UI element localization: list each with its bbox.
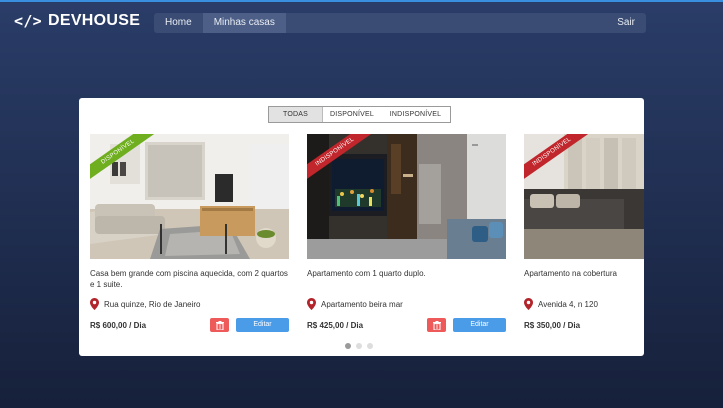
- brand-logo[interactable]: </> DEVHOUSE: [14, 12, 140, 30]
- location-text: Avenida 4, n 120: [538, 299, 598, 309]
- carousel-dot[interactable]: [356, 343, 362, 349]
- location-text: Apartamento beira mar: [321, 299, 403, 309]
- house-card: DISPONÍVEL Casa bem grande com piscina a…: [90, 134, 289, 332]
- house-card: INDISPONÍVEL Apartamento na cobertura Av…: [524, 134, 644, 332]
- map-pin-icon: [307, 298, 316, 310]
- house-photo: INDISPONÍVEL: [307, 134, 506, 259]
- map-pin-icon: [524, 298, 533, 310]
- location-text: Rua quinze, Rio de Janeiro: [104, 299, 201, 309]
- trash-icon: [215, 320, 224, 330]
- house-photo: INDISPONÍVEL: [524, 134, 644, 259]
- house-description: Casa bem grande com piscina aquecida, co…: [90, 269, 288, 289]
- house-description: Apartamento com 1 quarto duplo.: [307, 269, 426, 278]
- house-location: Apartamento beira mar: [307, 298, 506, 310]
- house-actions: R$ 600,00 / Dia Editar: [90, 318, 289, 332]
- houses-panel: TODAS DISPONÍVEL INDISPONÍVEL DISPONÍVEL…: [79, 98, 644, 356]
- delete-button[interactable]: [427, 318, 446, 332]
- house-location: Avenida 4, n 120: [524, 298, 644, 310]
- nav-home-link[interactable]: Home: [154, 13, 203, 33]
- delete-button[interactable]: [210, 318, 229, 332]
- filter-unavailable-button[interactable]: INDISPONÍVEL: [381, 107, 450, 122]
- carousel-dot[interactable]: [345, 343, 351, 349]
- carousel-dots: [345, 343, 373, 349]
- brand-name: DEVHOUSE: [48, 12, 141, 29]
- carousel-dot[interactable]: [367, 343, 373, 349]
- edit-button[interactable]: Editar: [236, 318, 289, 332]
- house-price: R$ 425,00 / Dia: [307, 320, 364, 330]
- trash-icon: [432, 320, 441, 330]
- map-pin-icon: [90, 298, 99, 310]
- house-card: INDISPONÍVEL Apartamento com 1 quarto du…: [307, 134, 506, 332]
- logout-link[interactable]: Sair: [606, 13, 646, 33]
- house-description: Apartamento na cobertura: [524, 269, 617, 278]
- house-price: R$ 600,00 / Dia: [90, 320, 147, 330]
- filter-available-button[interactable]: DISPONÍVEL: [323, 107, 381, 122]
- navbar: Home Minhas casas Sair: [154, 13, 646, 33]
- house-photo: DISPONÍVEL: [90, 134, 289, 259]
- status-filter: TODAS DISPONÍVEL INDISPONÍVEL: [268, 106, 451, 123]
- edit-button[interactable]: Editar: [453, 318, 506, 332]
- filter-all-button[interactable]: TODAS: [269, 107, 323, 122]
- house-location: Rua quinze, Rio de Janeiro: [90, 298, 289, 310]
- house-actions: R$ 425,00 / Dia Editar: [307, 318, 506, 332]
- top-bar: </> DEVHOUSE Home Minhas casas Sair: [0, 2, 723, 42]
- house-price: R$ 350,00 / Dia: [524, 320, 581, 330]
- house-actions: R$ 350,00 / Dia: [524, 318, 644, 332]
- nav-my-houses-link[interactable]: Minhas casas: [202, 13, 286, 33]
- code-icon: </>: [14, 12, 42, 30]
